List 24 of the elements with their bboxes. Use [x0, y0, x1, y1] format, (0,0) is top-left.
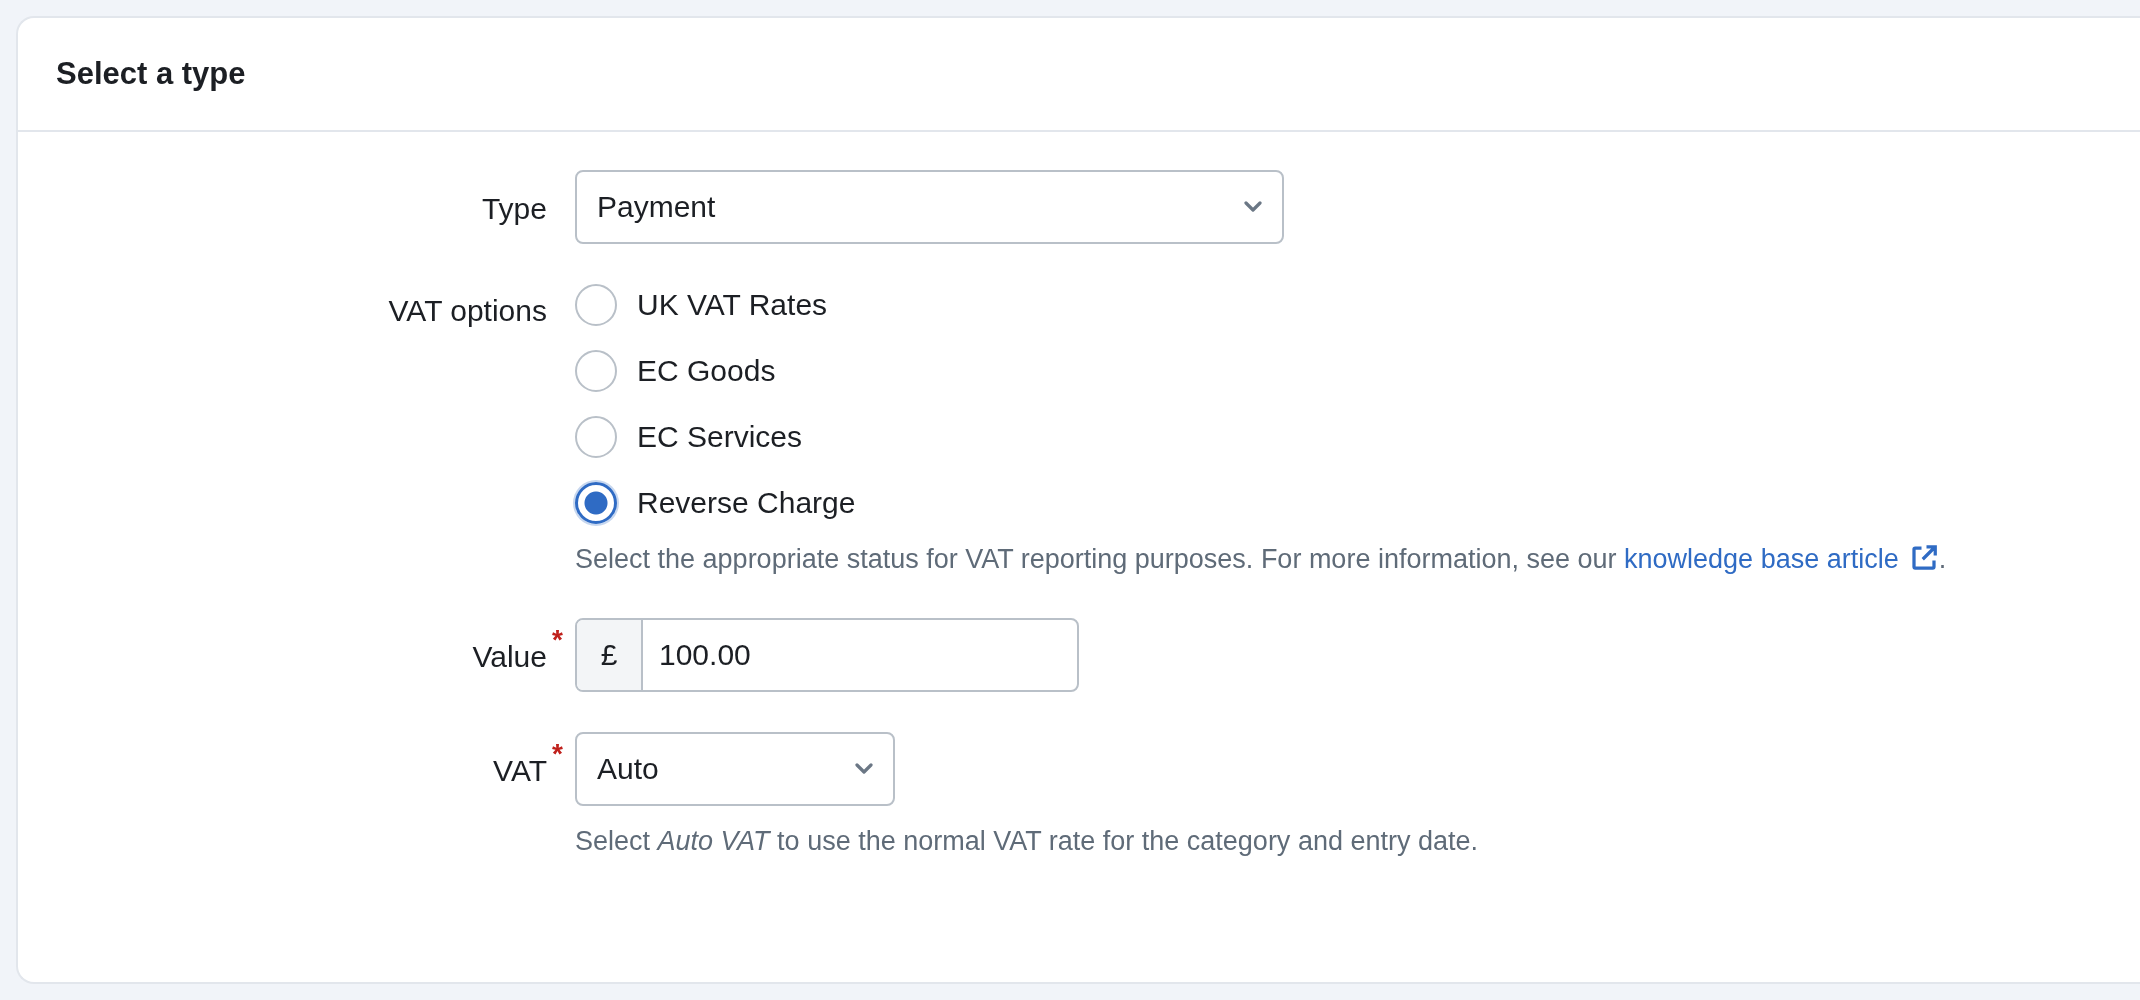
currency-prefix: £	[577, 620, 643, 690]
field-label: VAT	[493, 754, 547, 787]
radio-button[interactable]	[575, 482, 617, 524]
value-input-field[interactable]: £ 100.00	[575, 618, 1079, 692]
chevron-down-icon	[855, 763, 873, 775]
radio-label[interactable]: EC Services	[637, 420, 803, 454]
select-field[interactable]: Payment	[575, 170, 1284, 244]
radio-label[interactable]: UK VAT Rates	[637, 288, 828, 322]
help-text: Select Auto VAT to use the normal VAT rate for the category and entry date.	[575, 825, 1479, 858]
field-label: Value	[472, 640, 547, 673]
radio-label[interactable]: Reverse Charge	[637, 486, 856, 520]
chevron-down-icon	[1244, 201, 1262, 213]
help-text: Select the appropriate status for VAT reporting purposes. For more information, see our knowledge base article .	[575, 542, 1948, 576]
field-label: Type	[481, 192, 547, 225]
radio-button[interactable]	[575, 284, 617, 326]
required-mark: *	[552, 738, 563, 770]
required-mark: *	[552, 624, 563, 656]
radio-button[interactable]	[575, 416, 617, 458]
card-title: Select a type	[56, 56, 246, 92]
radio-button[interactable]	[575, 350, 617, 392]
radio-label[interactable]: EC Goods	[637, 354, 776, 388]
select-field[interactable]: Auto	[575, 732, 895, 806]
knowledge-base-link[interactable]: knowledge base article	[1624, 544, 1939, 574]
field-label: VAT options	[388, 294, 547, 327]
